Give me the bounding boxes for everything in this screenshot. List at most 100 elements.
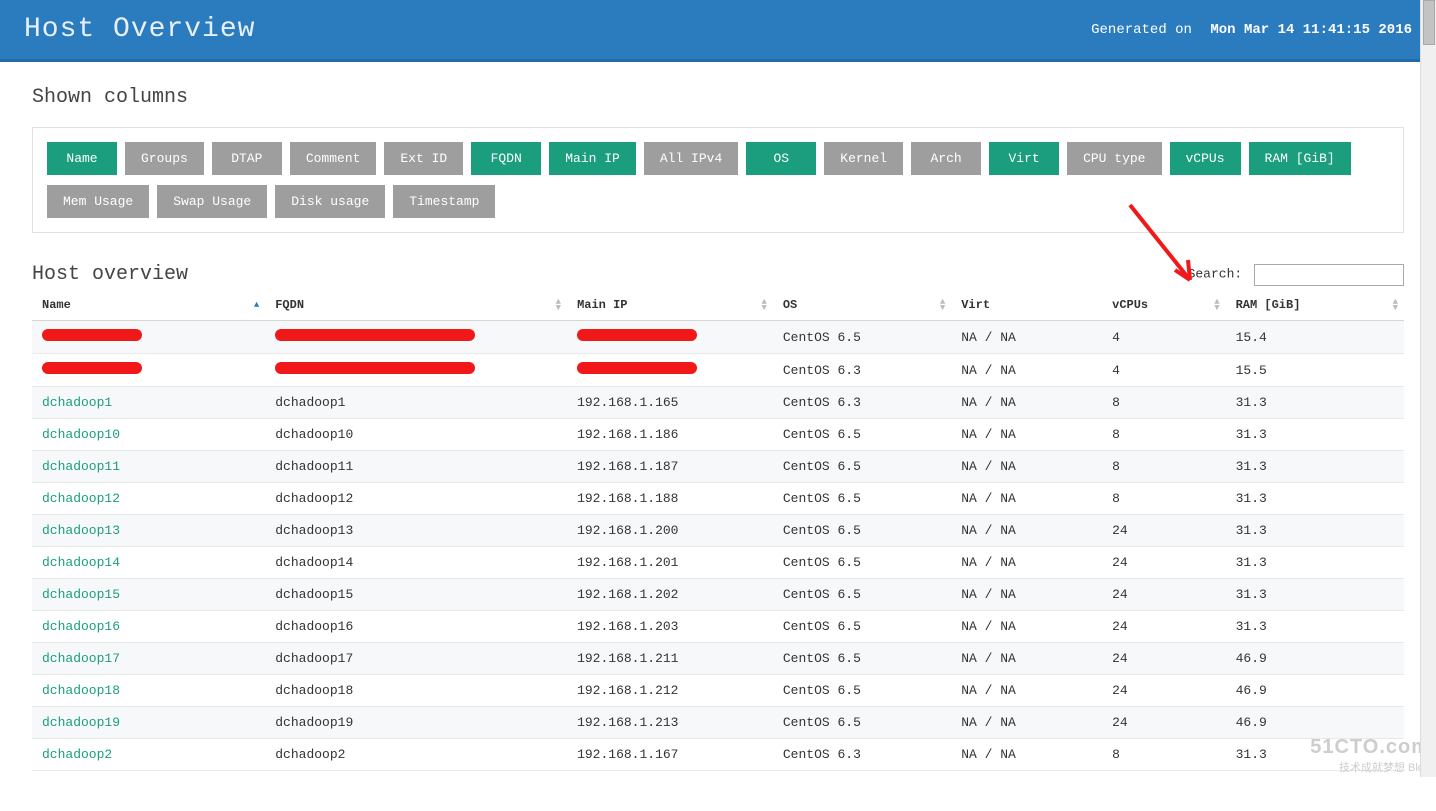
cell-ram: 46.9: [1226, 643, 1404, 675]
col-header-virt[interactable]: Virt: [951, 290, 1102, 321]
cell-vcpus: 24: [1102, 643, 1225, 675]
cell-ip: 192.168.1.203: [567, 611, 773, 643]
column-toggle-disk-usage[interactable]: Disk usage: [275, 185, 385, 218]
cell-os: CentOS 6.3: [773, 354, 951, 387]
host-link[interactable]: dchadoop14: [42, 555, 120, 570]
column-toggle-vcpus[interactable]: vCPUs: [1170, 142, 1241, 175]
column-toggle-comment[interactable]: Comment: [290, 142, 377, 175]
generated-on: Generated on Mon Mar 14 11:41:15 2016: [1091, 22, 1412, 38]
col-header-ram[interactable]: RAM [GiB]▲▼: [1226, 290, 1404, 321]
table-row: dchadoop12dchadoop12192.168.1.188CentOS …: [32, 483, 1404, 515]
table-row: dchadoop11dchadoop11192.168.1.187CentOS …: [32, 451, 1404, 483]
col-header-name[interactable]: Name▲: [32, 290, 265, 321]
cell-virt: NA / NA: [951, 643, 1102, 675]
table-row: dchadoop16dchadoop16192.168.1.203CentOS …: [32, 611, 1404, 643]
table-row: dchadoop15dchadoop15192.168.1.202CentOS …: [32, 579, 1404, 611]
cell-os: CentOS 6.5: [773, 419, 951, 451]
cell-virt: NA / NA: [951, 707, 1102, 739]
column-toggle-dtap[interactable]: DTAP: [212, 142, 282, 175]
column-toggle-all-ipv4[interactable]: All IPv4: [644, 142, 738, 175]
cell-fqdn: dchadoop16: [265, 611, 567, 643]
cell-name: dchadoop15: [32, 579, 265, 611]
column-toggle-panel: NameGroupsDTAPCommentExt IDFQDNMain IPAl…: [32, 127, 1404, 233]
cell-fqdn: dchadoop17: [265, 643, 567, 675]
column-toggle-name[interactable]: Name: [47, 142, 117, 175]
col-header-os[interactable]: OS▲▼: [773, 290, 951, 321]
column-toggle-kernel[interactable]: Kernel: [824, 142, 903, 175]
cell-os: CentOS 6.5: [773, 579, 951, 611]
cell-vcpus: 24: [1102, 547, 1225, 579]
host-link[interactable]: dchadoop17: [42, 651, 120, 666]
redacted-mark: [42, 329, 142, 341]
search-label: Search:: [1188, 267, 1243, 282]
cell-os: CentOS 6.5: [773, 707, 951, 739]
column-toggle-virt[interactable]: Virt: [989, 142, 1059, 175]
redacted-mark: [275, 362, 475, 374]
cell-ip: 192.168.1.212: [567, 675, 773, 707]
cell-vcpus: 4: [1102, 354, 1225, 387]
host-link[interactable]: dchadoop11: [42, 459, 120, 474]
sort-icon: ▲▼: [940, 299, 945, 311]
redacted-mark: [577, 362, 697, 374]
column-toggle-mem-usage[interactable]: Mem Usage: [47, 185, 149, 218]
column-toggle-groups[interactable]: Groups: [125, 142, 204, 175]
column-toggle-ext-id[interactable]: Ext ID: [384, 142, 463, 175]
column-toggle-timestamp[interactable]: Timestamp: [393, 185, 495, 218]
cell-vcpus: 8: [1102, 387, 1225, 419]
host-link[interactable]: dchadoop16: [42, 619, 120, 634]
host-link[interactable]: dchadoop2: [42, 747, 112, 762]
table-row: CentOS 6.5NA / NA415.4: [32, 321, 1404, 354]
cell-ram: 31.3: [1226, 611, 1404, 643]
cell-name: dchadoop16: [32, 611, 265, 643]
host-link[interactable]: dchadoop13: [42, 523, 120, 538]
col-header-vcpus[interactable]: vCPUs▲▼: [1102, 290, 1225, 321]
cell-name: dchadoop2: [32, 739, 265, 771]
table-header-row: Name▲FQDN▲▼Main IP▲▼OS▲▼VirtvCPUs▲▼RAM […: [32, 290, 1404, 321]
redacted-mark: [275, 329, 475, 341]
cell-virt: NA / NA: [951, 483, 1102, 515]
col-header-ip[interactable]: Main IP▲▼: [567, 290, 773, 321]
cell-os: CentOS 6.5: [773, 547, 951, 579]
host-link[interactable]: dchadoop15: [42, 587, 120, 602]
cell-virt: NA / NA: [951, 515, 1102, 547]
host-link[interactable]: dchadoop10: [42, 427, 120, 442]
sort-icon: ▲▼: [556, 299, 561, 311]
table-body: CentOS 6.5NA / NA415.4CentOS 6.3NA / NA4…: [32, 321, 1404, 771]
host-link[interactable]: dchadoop18: [42, 683, 120, 698]
host-link[interactable]: dchadoop12: [42, 491, 120, 506]
table-row: dchadoop13dchadoop13192.168.1.200CentOS …: [32, 515, 1404, 547]
column-toggle-fqdn[interactable]: FQDN: [471, 142, 541, 175]
cell-virt: NA / NA: [951, 419, 1102, 451]
table-row: CentOS 6.3NA / NA415.5: [32, 354, 1404, 387]
cell-ram: 31.3: [1226, 387, 1404, 419]
column-toggle-main-ip[interactable]: Main IP: [549, 142, 636, 175]
cell-ram: 31.3: [1226, 515, 1404, 547]
scrollbar[interactable]: [1420, 0, 1436, 777]
table-row: dchadoop10dchadoop10192.168.1.186CentOS …: [32, 419, 1404, 451]
search-input[interactable]: [1254, 264, 1404, 286]
cell-virt: NA / NA: [951, 387, 1102, 419]
cell-name: dchadoop17: [32, 643, 265, 675]
table-row: dchadoop17dchadoop17192.168.1.211CentOS …: [32, 643, 1404, 675]
cell-name: dchadoop13: [32, 515, 265, 547]
cell-name: dchadoop18: [32, 675, 265, 707]
cell-ram: 31.3: [1226, 419, 1404, 451]
column-toggle-os[interactable]: OS: [746, 142, 816, 175]
cell-fqdn: dchadoop11: [265, 451, 567, 483]
cell-ip: 192.168.1.211: [567, 643, 773, 675]
column-toggle-cpu-type[interactable]: CPU type: [1067, 142, 1161, 175]
column-toggle-arch[interactable]: Arch: [911, 142, 981, 175]
host-link[interactable]: dchadoop19: [42, 715, 120, 730]
cell-os: CentOS 6.5: [773, 451, 951, 483]
shown-columns-label: Shown columns: [32, 86, 1404, 109]
redacted-mark: [42, 362, 142, 374]
host-link[interactable]: dchadoop1: [42, 395, 112, 410]
col-header-fqdn[interactable]: FQDN▲▼: [265, 290, 567, 321]
page-title: Host Overview: [24, 14, 255, 45]
column-toggle-swap-usage[interactable]: Swap Usage: [157, 185, 267, 218]
cell-fqdn: dchadoop12: [265, 483, 567, 515]
column-toggle-ram-gib-[interactable]: RAM [GiB]: [1249, 142, 1351, 175]
cell-virt: NA / NA: [951, 579, 1102, 611]
cell-ip: 192.168.1.186: [567, 419, 773, 451]
scrollbar-thumb[interactable]: [1423, 0, 1435, 45]
